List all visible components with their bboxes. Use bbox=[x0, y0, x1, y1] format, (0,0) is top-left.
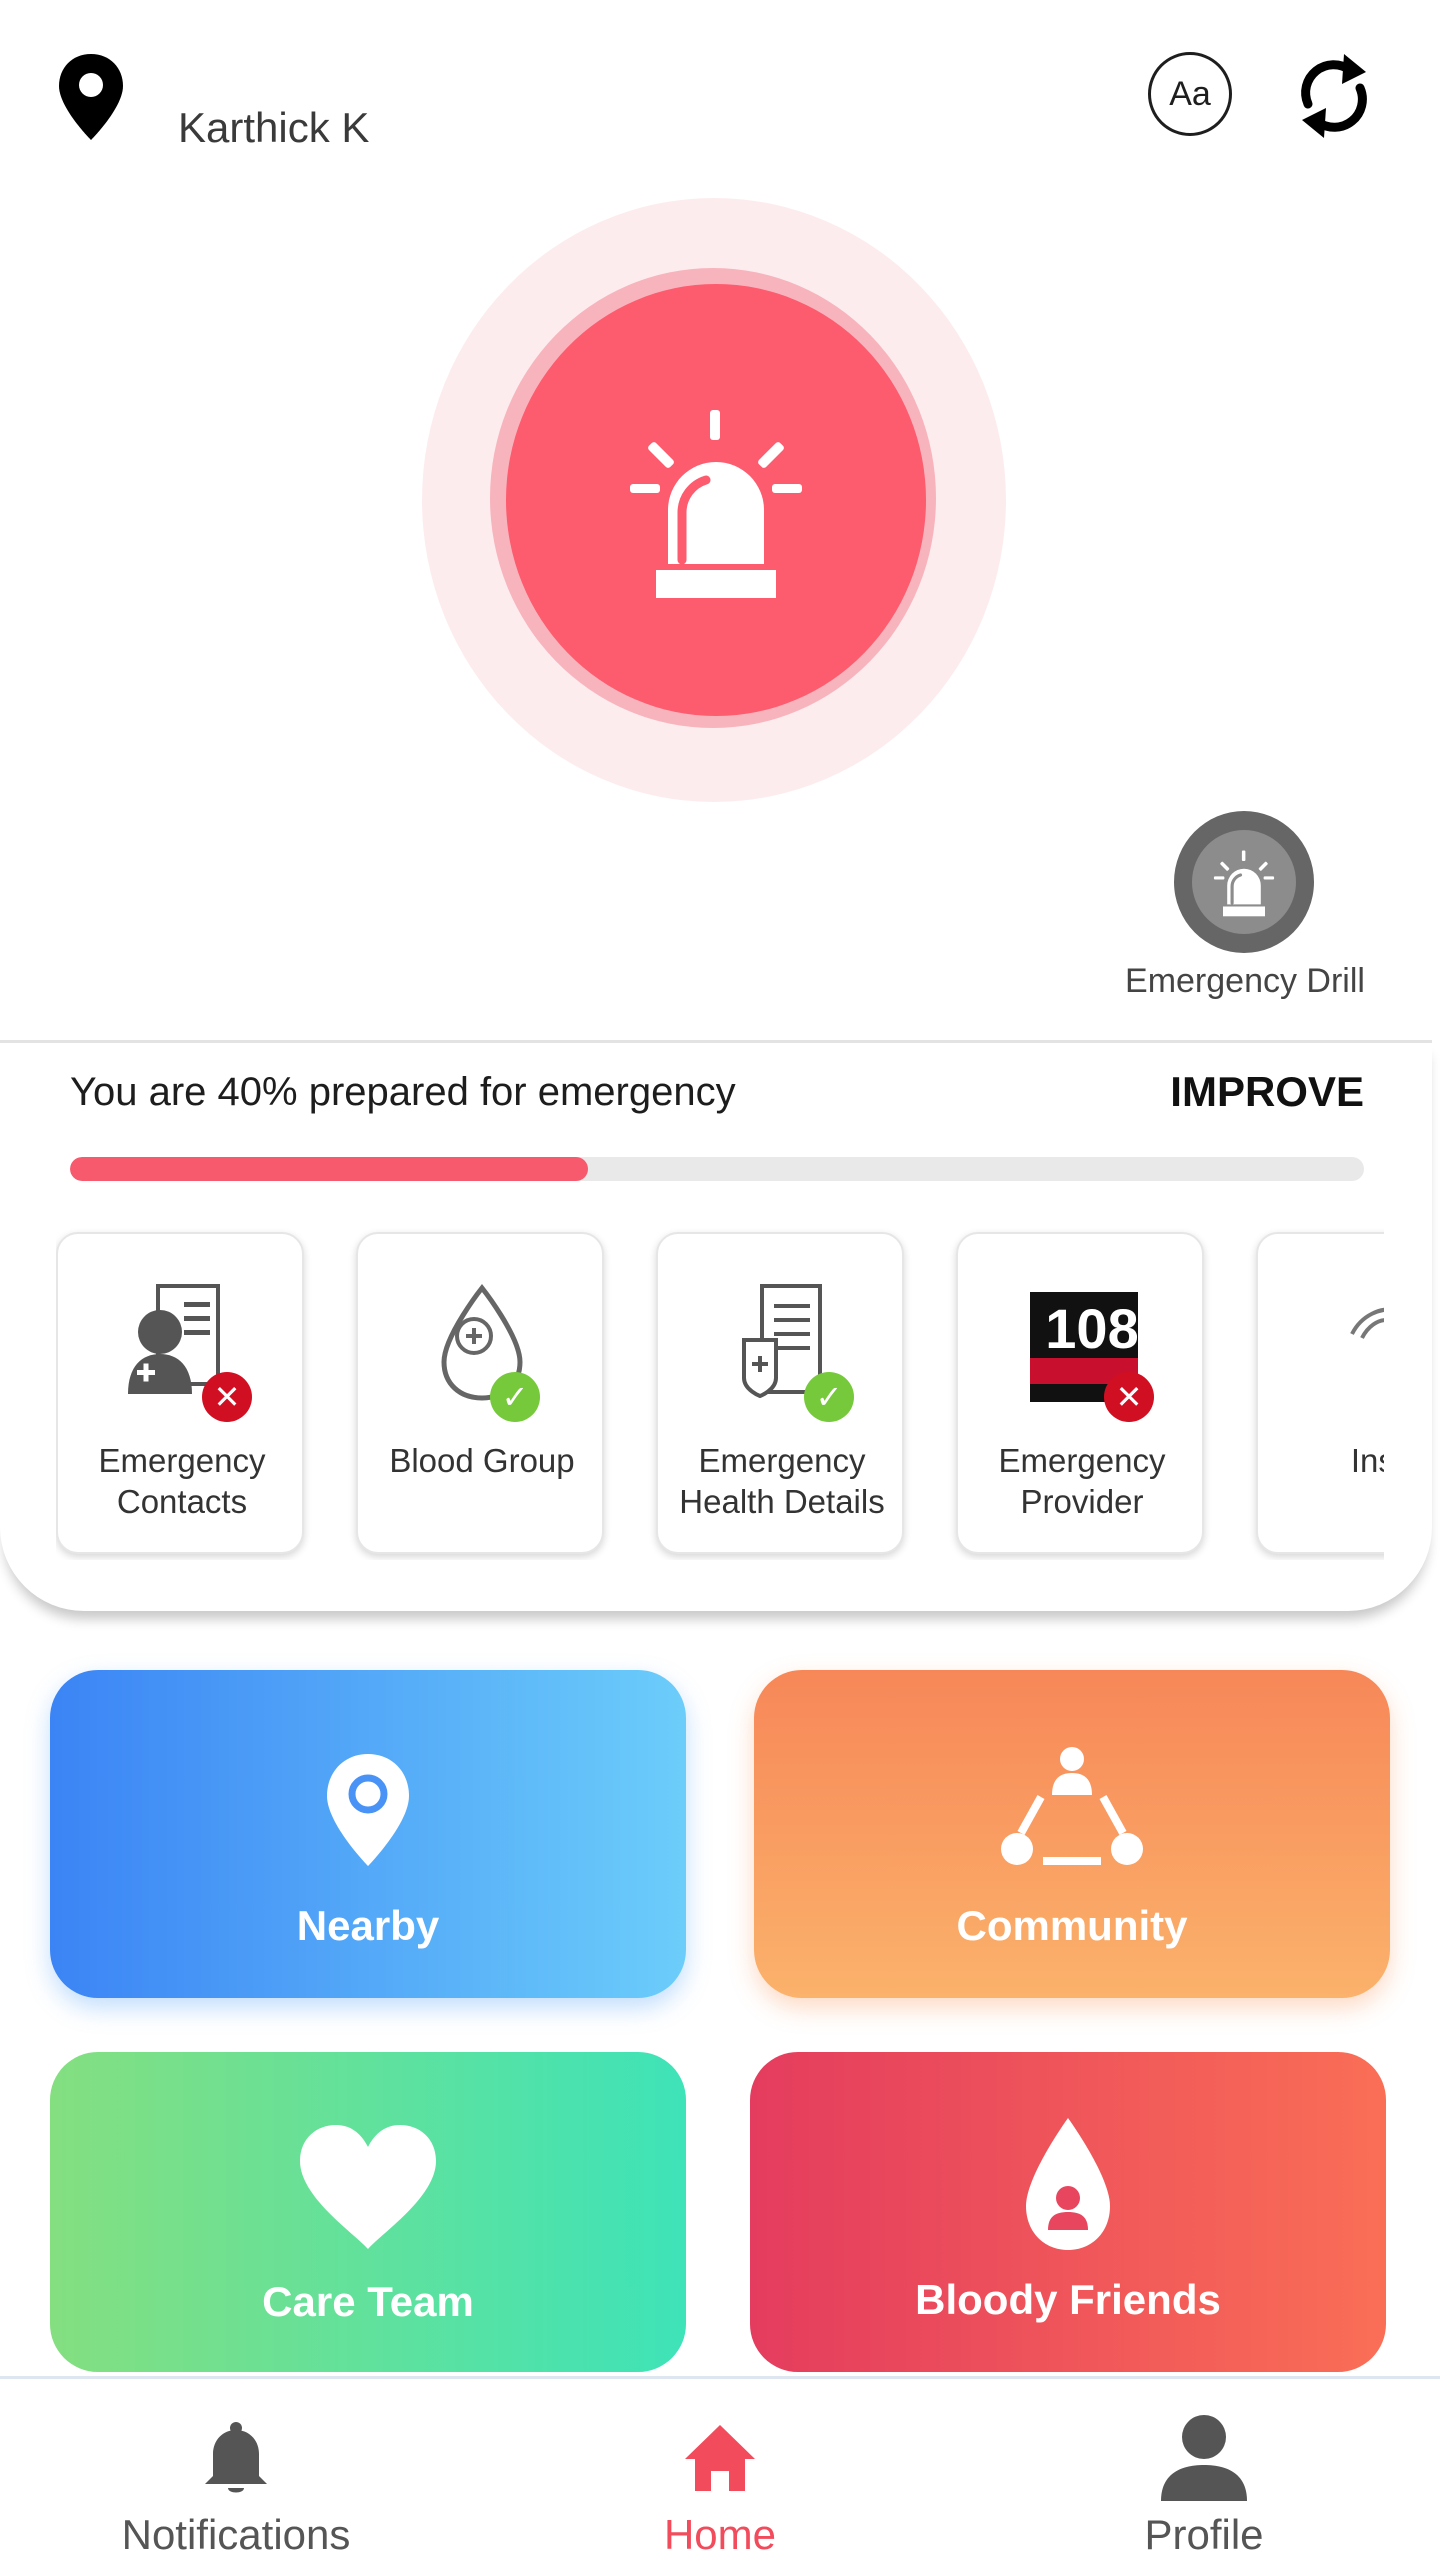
tile-label: Insu bbox=[1350, 1442, 1384, 1479]
contact-card-icon: ✕ bbox=[122, 1274, 252, 1422]
incomplete-badge-icon: ✕ bbox=[1104, 1372, 1154, 1422]
heart-icon bbox=[296, 2116, 440, 2256]
preparedness-items: ✕ Emergency Contacts ✓ Blood Group ✓ Eme… bbox=[56, 1228, 1384, 1560]
community-label: Community bbox=[956, 1902, 1188, 1949]
tile-label: Emergency Health Details bbox=[679, 1442, 885, 1520]
health-record-icon: ✓ bbox=[722, 1274, 854, 1422]
incomplete-badge-icon: ✕ bbox=[202, 1372, 252, 1422]
bell-icon bbox=[201, 2413, 271, 2503]
bloody-friends-button[interactable]: Bloody Friends bbox=[750, 2052, 1386, 2372]
care-team-label: Care Team bbox=[262, 2278, 474, 2325]
preparedness-text: You are 40% prepared for emergency bbox=[70, 1070, 736, 1114]
tile-insurance[interactable]: Insu bbox=[1256, 1232, 1384, 1554]
nearby-label: Nearby bbox=[296, 1902, 440, 1949]
home-icon bbox=[683, 2413, 757, 2503]
siren-icon bbox=[630, 410, 802, 598]
bloody-friends-label: Bloody Friends bbox=[915, 2276, 1221, 2323]
complete-badge-icon: ✓ bbox=[804, 1372, 854, 1422]
tile-label: Blood Group bbox=[389, 1442, 575, 1479]
emergency-drill-button[interactable] bbox=[1174, 811, 1314, 953]
call-108-icon: 108 ✕ bbox=[1022, 1274, 1154, 1422]
user-name: Karthick K bbox=[178, 104, 370, 151]
preparedness-progress-bar bbox=[70, 1157, 1364, 1181]
map-pin-icon bbox=[323, 1740, 413, 1880]
emergency-drill-label: Emergency Drill bbox=[1125, 962, 1365, 1000]
call-108-logo-text: 108 bbox=[1045, 1297, 1138, 1360]
blood-drop-icon: ✓ bbox=[422, 1274, 542, 1422]
location-icon[interactable] bbox=[56, 52, 126, 142]
drill-inner-circle bbox=[1192, 830, 1296, 934]
insurance-icon bbox=[1322, 1274, 1384, 1414]
font-size-button[interactable]: Aa bbox=[1148, 52, 1232, 136]
blood-drop-person-icon bbox=[1020, 2114, 1116, 2254]
tile-emergency-contacts[interactable]: ✕ Emergency Contacts bbox=[56, 1232, 304, 1554]
nearby-button[interactable]: Nearby bbox=[50, 1670, 686, 1998]
care-team-button[interactable]: Care Team bbox=[50, 2052, 686, 2372]
complete-badge-icon: ✓ bbox=[490, 1372, 540, 1422]
sync-icon[interactable] bbox=[1292, 46, 1376, 146]
nav-notifications[interactable]: Notifications bbox=[36, 2379, 436, 2563]
tile-emergency-provider[interactable]: 108 ✕ Emergency Provider bbox=[956, 1232, 1204, 1554]
nav-label: Profile bbox=[1144, 2511, 1264, 2558]
tile-blood-group[interactable]: ✓ Blood Group bbox=[356, 1232, 604, 1554]
nav-label: Notifications bbox=[121, 2511, 351, 2558]
bottom-navigation: Notifications Home Profile bbox=[0, 2376, 1440, 2563]
nav-profile[interactable]: Profile bbox=[1004, 2379, 1404, 2563]
tile-emergency-health-details[interactable]: ✓ Emergency Health Details bbox=[656, 1232, 904, 1554]
nav-label: Home bbox=[663, 2511, 777, 2558]
person-icon bbox=[1159, 2413, 1249, 2503]
tile-label: Emergency Contacts bbox=[98, 1442, 266, 1520]
sos-button[interactable] bbox=[506, 284, 926, 716]
community-button[interactable]: Community bbox=[754, 1670, 1390, 1998]
progress-fill bbox=[70, 1157, 588, 1181]
improve-button[interactable]: IMPROVE bbox=[1150, 1068, 1364, 1116]
nav-home[interactable]: Home bbox=[520, 2379, 920, 2563]
community-icon bbox=[997, 1740, 1147, 1880]
tile-label: Emergency Provider bbox=[998, 1442, 1166, 1520]
siren-icon bbox=[1213, 850, 1275, 917]
